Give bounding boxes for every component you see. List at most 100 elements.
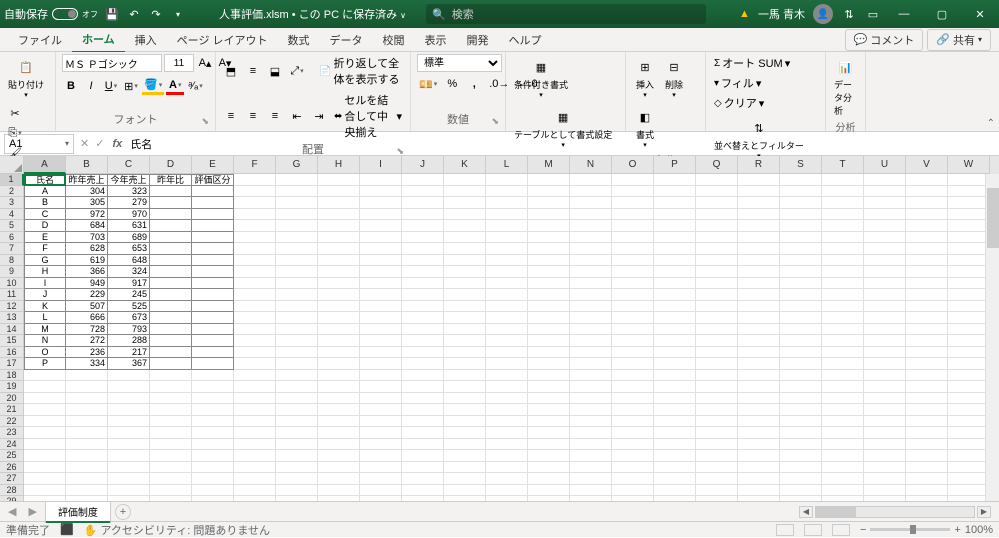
cell[interactable] xyxy=(906,473,948,485)
cell[interactable] xyxy=(528,278,570,290)
cell[interactable] xyxy=(948,473,990,485)
tab-dev[interactable]: 開発 xyxy=(457,28,499,52)
cell[interactable] xyxy=(234,232,276,244)
col-header[interactable]: N xyxy=(570,156,612,174)
cell[interactable] xyxy=(276,232,318,244)
cell[interactable] xyxy=(570,358,612,370)
cell[interactable] xyxy=(864,324,906,336)
row-header[interactable]: 3 xyxy=(0,197,24,209)
cell[interactable]: K xyxy=(24,301,66,313)
cell[interactable] xyxy=(486,301,528,313)
cell[interactable] xyxy=(318,220,360,232)
cell[interactable] xyxy=(150,186,192,198)
cell[interactable]: 631 xyxy=(108,220,150,232)
cell[interactable] xyxy=(864,496,906,501)
cell[interactable] xyxy=(780,450,822,462)
cell[interactable] xyxy=(276,427,318,439)
cell[interactable] xyxy=(402,255,444,267)
cell[interactable] xyxy=(108,404,150,416)
cell[interactable] xyxy=(234,439,276,451)
cell[interactable] xyxy=(612,197,654,209)
cell[interactable] xyxy=(570,416,612,428)
tab-data[interactable]: データ xyxy=(320,28,373,52)
cell[interactable] xyxy=(864,255,906,267)
cell[interactable] xyxy=(612,381,654,393)
cell[interactable] xyxy=(318,393,360,405)
cell[interactable] xyxy=(696,485,738,497)
cell[interactable] xyxy=(822,427,864,439)
cell[interactable] xyxy=(444,220,486,232)
cell[interactable] xyxy=(864,370,906,382)
cell[interactable]: D xyxy=(24,220,66,232)
accessibility-status[interactable]: ✋ アクセシビリティ: 問題ありません xyxy=(84,522,270,538)
cell[interactable] xyxy=(150,485,192,497)
cell[interactable] xyxy=(906,278,948,290)
cell[interactable] xyxy=(780,220,822,232)
cell[interactable] xyxy=(402,301,444,313)
cell[interactable] xyxy=(612,312,654,324)
cell[interactable] xyxy=(486,335,528,347)
font-color-button[interactable]: A▾ xyxy=(166,77,184,95)
row-header[interactable]: 9 xyxy=(0,266,24,278)
cell[interactable] xyxy=(738,347,780,359)
cell[interactable] xyxy=(108,462,150,474)
cell[interactable] xyxy=(696,427,738,439)
cell[interactable]: 949 xyxy=(66,278,108,290)
cell[interactable] xyxy=(360,404,402,416)
cell[interactable] xyxy=(318,232,360,244)
cell[interactable] xyxy=(948,209,990,221)
cell[interactable] xyxy=(66,393,108,405)
cell[interactable] xyxy=(234,381,276,393)
cell[interactable] xyxy=(402,485,444,497)
cell[interactable] xyxy=(192,197,234,209)
cell[interactable] xyxy=(234,404,276,416)
cell[interactable] xyxy=(570,197,612,209)
warning-icon[interactable]: ▲ xyxy=(739,8,750,20)
number-dialog-icon[interactable]: ⬊ xyxy=(491,116,499,127)
cell[interactable] xyxy=(864,220,906,232)
cell[interactable] xyxy=(486,174,528,186)
cell[interactable] xyxy=(738,312,780,324)
cell[interactable] xyxy=(864,485,906,497)
cell[interactable] xyxy=(192,427,234,439)
row-header[interactable]: 17 xyxy=(0,358,24,370)
cell[interactable] xyxy=(318,174,360,186)
cell[interactable] xyxy=(906,186,948,198)
cell[interactable] xyxy=(906,209,948,221)
cell[interactable] xyxy=(528,243,570,255)
cell[interactable] xyxy=(318,370,360,382)
italic-button[interactable]: I xyxy=(82,77,100,95)
cell[interactable] xyxy=(486,312,528,324)
cell[interactable] xyxy=(570,301,612,313)
cell[interactable] xyxy=(864,174,906,186)
col-header[interactable]: V xyxy=(906,156,948,174)
cell[interactable]: M xyxy=(24,324,66,336)
cell[interactable] xyxy=(192,255,234,267)
cell[interactable]: 昨年比 xyxy=(150,174,192,186)
tab-view[interactable]: 表示 xyxy=(415,28,457,52)
cell[interactable] xyxy=(654,266,696,278)
cell[interactable] xyxy=(822,335,864,347)
cell[interactable] xyxy=(822,370,864,382)
cell[interactable] xyxy=(528,186,570,198)
cell[interactable] xyxy=(486,473,528,485)
cell[interactable] xyxy=(150,312,192,324)
cell[interactable] xyxy=(864,358,906,370)
cell[interactable] xyxy=(234,335,276,347)
cell[interactable] xyxy=(948,416,990,428)
cell[interactable] xyxy=(906,255,948,267)
cell[interactable] xyxy=(486,381,528,393)
cell[interactable] xyxy=(696,289,738,301)
cell[interactable] xyxy=(822,473,864,485)
cell[interactable] xyxy=(402,174,444,186)
fill-button[interactable]: ▾ フィル ▾ xyxy=(712,74,792,92)
col-header[interactable]: S xyxy=(780,156,822,174)
cell[interactable] xyxy=(696,381,738,393)
cell[interactable] xyxy=(696,462,738,474)
delete-cells-button[interactable]: ⊟削除▾ xyxy=(661,54,687,101)
cell[interactable] xyxy=(24,485,66,497)
col-header[interactable]: C xyxy=(108,156,150,174)
cell[interactable] xyxy=(570,370,612,382)
comments-button[interactable]: 💬 コメント xyxy=(845,29,924,51)
cell[interactable] xyxy=(738,427,780,439)
